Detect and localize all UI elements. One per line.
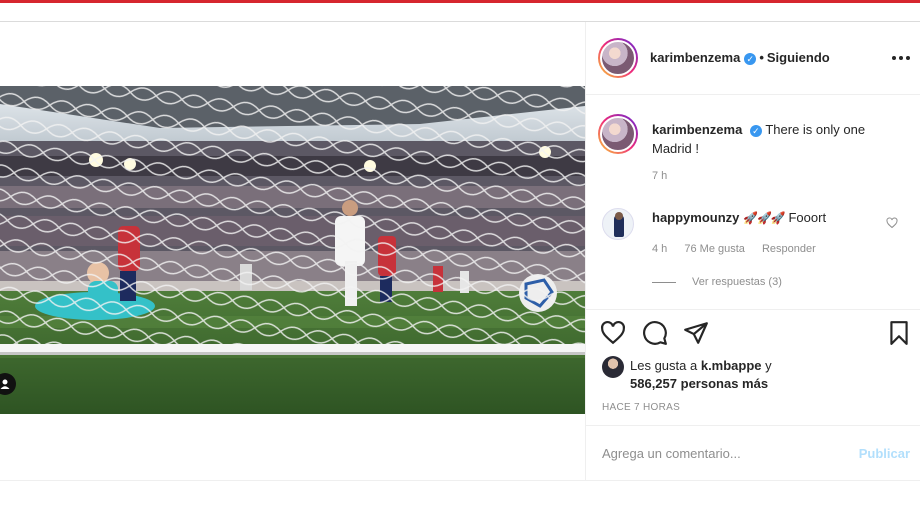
post-timestamp[interactable]: HACE 7 HORAS — [602, 402, 680, 413]
post-header: karimbenzema ✓ • Siguiendo — [586, 22, 920, 95]
author-username[interactable]: karimbenzema — [650, 50, 740, 65]
caption-time[interactable]: 7 h — [652, 170, 667, 182]
follow-status-button[interactable]: Siguiendo — [767, 50, 830, 65]
likes-user[interactable]: k.mbappe — [701, 358, 762, 373]
verified-icon: ✓ — [744, 52, 757, 65]
comment-username[interactable]: happymounzy — [652, 210, 739, 225]
comment-text: Fooort — [788, 210, 827, 225]
view-replies-label: Ver respuestas (3) — [692, 276, 782, 288]
composer-divider — [586, 425, 920, 426]
post-photo[interactable] — [0, 86, 585, 414]
likes-count[interactable]: 586,257 — [630, 376, 677, 391]
more-icon[interactable] — [892, 49, 910, 67]
caption-avatar[interactable] — [598, 114, 638, 154]
likes-summary: Les gusta a k.mbappe y 586,257 personas … — [630, 357, 810, 393]
view-replies-button[interactable]: Ver respuestas (3) — [652, 276, 782, 288]
header-separator: • — [759, 50, 764, 65]
save-icon[interactable] — [886, 320, 912, 346]
comment-heart-icon[interactable] — [886, 217, 898, 229]
comment-likes[interactable]: 76 Me gusta — [684, 243, 745, 255]
publish-button[interactable]: Publicar — [859, 446, 910, 461]
comment-input[interactable]: Agrega un comentario... — [602, 446, 741, 461]
details-pane: karimbenzema ✓ • Siguiendo karimbenzema ✓ T… — [586, 22, 920, 480]
author-avatar[interactable] — [598, 38, 638, 78]
comment-emoji: 🚀🚀🚀 — [743, 211, 786, 225]
liker-avatar[interactable] — [602, 356, 624, 378]
comment-time[interactable]: 4 h — [652, 243, 667, 255]
caption-username[interactable]: karimbenzema — [652, 122, 742, 137]
comment-meta: 4 h 76 Me gusta Responder — [652, 243, 830, 255]
replies-line — [652, 281, 676, 283]
reply-button[interactable]: Responder — [762, 243, 816, 255]
likes-suffix[interactable]: personas más — [681, 376, 768, 391]
actions-divider — [586, 309, 920, 310]
comment-icon[interactable] — [642, 320, 668, 346]
likes-prefix: Les gusta a — [630, 358, 698, 373]
post-caption: karimbenzema ✓ There is only one Madrid … — [652, 120, 906, 158]
heart-icon[interactable] — [600, 320, 626, 346]
verified-icon: ✓ — [749, 124, 762, 137]
author-line: karimbenzema ✓ • Siguiendo — [650, 50, 830, 65]
comment: happymounzy 🚀🚀🚀 Fooort — [652, 210, 826, 225]
commenter-avatar[interactable] — [602, 208, 634, 240]
likes-conjunction: y — [765, 358, 772, 373]
share-icon[interactable] — [683, 320, 709, 346]
page-top-bar — [0, 0, 920, 3]
